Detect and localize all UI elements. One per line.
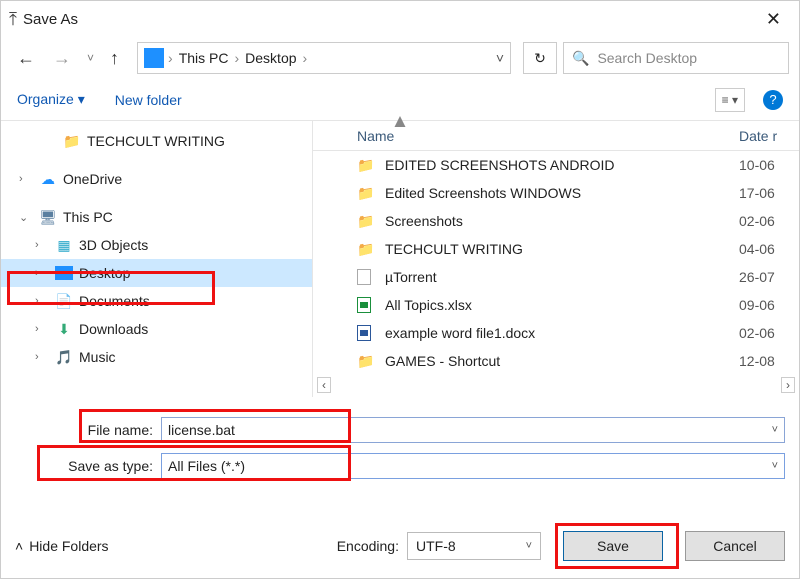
col-name[interactable]: Name	[357, 128, 739, 144]
folder-icon: 📁	[357, 213, 375, 229]
file-icon	[357, 269, 371, 285]
file-name: example word file1.docx	[385, 325, 739, 341]
view-options-button[interactable]: ≡ ▾	[715, 88, 745, 112]
highlight-annotation	[37, 445, 351, 481]
tree-label: Music	[79, 349, 116, 365]
file-date: 10-06	[739, 157, 799, 173]
nav-forward-icon[interactable]: →	[47, 44, 77, 73]
tree-label: This PC	[63, 209, 113, 225]
save-button[interactable]: Save	[563, 531, 663, 561]
file-row[interactable]: 📁 GAMES - Shortcut12-08	[313, 347, 799, 375]
arrow-up-icon: ⤒	[9, 9, 17, 30]
file-name: Screenshots	[385, 213, 739, 229]
folder-icon: 📁	[357, 185, 375, 201]
file-name: All Topics.xlsx	[385, 297, 739, 313]
hide-folders-label: Hide Folders	[29, 538, 108, 554]
highlight-annotation	[79, 409, 351, 443]
window-title: Save As	[23, 11, 756, 28]
chevron-up-icon: ˄	[15, 538, 23, 554]
tree-label: Downloads	[79, 321, 148, 337]
3d-objects-icon: ▦	[55, 237, 73, 253]
collapse-icon[interactable]: ⌄	[19, 211, 33, 224]
file-row[interactable]: example word file1.docx02-06	[313, 319, 799, 347]
new-folder-button[interactable]: New folder	[115, 92, 182, 108]
file-date: 02-06	[739, 213, 799, 229]
history-chevron-icon[interactable]: ˅	[83, 51, 98, 65]
expand-icon[interactable]: ›	[35, 239, 49, 251]
tree-item-onedrive[interactable]: › ☁ OneDrive	[1, 165, 312, 193]
file-name: TECHCULT WRITING	[385, 241, 739, 257]
file-name: Edited Screenshots WINDOWS	[385, 185, 739, 201]
search-placeholder: Search Desktop	[597, 50, 697, 66]
tree-label: TECHCULT WRITING	[87, 133, 225, 149]
help-icon[interactable]: ?	[763, 90, 783, 110]
chevron-right-icon[interactable]: ›	[301, 50, 310, 66]
scroll-left-icon[interactable]: ‹	[317, 377, 331, 393]
pc-icon	[144, 48, 164, 68]
cancel-button[interactable]: Cancel	[685, 531, 785, 561]
chevron-right-icon[interactable]: ›	[166, 50, 175, 66]
onedrive-icon: ☁	[39, 171, 57, 187]
nav-back-icon[interactable]: ←	[11, 44, 41, 73]
music-icon: 🎵	[55, 349, 73, 365]
tree-label: 3D Objects	[79, 237, 148, 253]
chevron-down-icon[interactable]: ˅	[496, 50, 504, 66]
chevron-down-icon[interactable]: ˅	[526, 540, 532, 552]
chevron-down-icon[interactable]: ˅	[772, 460, 778, 472]
file-date: 12-08	[739, 353, 799, 369]
expand-icon[interactable]: ›	[35, 323, 49, 335]
tree-item-music[interactable]: › 🎵 Music	[1, 343, 312, 371]
file-date: 09-06	[739, 297, 799, 313]
nav-up-icon[interactable]: ↑	[104, 44, 125, 73]
breadcrumb[interactable]: › This PC › Desktop › ˅	[137, 42, 511, 74]
col-date[interactable]: Date r	[739, 128, 799, 144]
file-name: EDITED SCREENSHOTS ANDROID	[385, 157, 739, 173]
folder-icon: 📁	[357, 353, 375, 369]
file-name: µTorrent	[385, 269, 739, 285]
refresh-button[interactable]: ↻	[523, 42, 557, 74]
hide-folders-button[interactable]: ˄ Hide Folders	[15, 538, 109, 554]
close-icon[interactable]: ✕	[756, 5, 791, 34]
encoding-value: UTF-8	[416, 538, 456, 554]
search-icon: 🔍	[572, 50, 589, 67]
organize-menu[interactable]: Organize ▾	[17, 91, 85, 108]
file-date: 02-06	[739, 325, 799, 341]
bc-this-pc[interactable]: This PC	[175, 50, 233, 66]
folder-icon: 📁	[357, 241, 375, 257]
tree-item-3d-objects[interactable]: › ▦ 3D Objects	[1, 231, 312, 259]
tree-item-this-pc[interactable]: ⌄ 🖥 This PC	[1, 203, 312, 231]
downloads-icon: ⬇	[55, 321, 73, 337]
tree-item-techcult[interactable]: 📁 TECHCULT WRITING	[1, 127, 312, 155]
folder-icon: 📁	[63, 133, 81, 149]
file-name: GAMES - Shortcut	[385, 353, 739, 369]
pc-icon: 🖥	[39, 209, 57, 225]
docx-icon	[357, 325, 371, 341]
file-row[interactable]: 📁 Edited Screenshots WINDOWS17-06	[313, 179, 799, 207]
file-list: Name Date r 📁EDITED SCREENSHOTS ANDROID1…	[313, 121, 799, 397]
tree-item-downloads[interactable]: › ⬇ Downloads	[1, 315, 312, 343]
file-date: 17-06	[739, 185, 799, 201]
scroll-right-icon[interactable]: ›	[781, 377, 795, 393]
bc-desktop[interactable]: Desktop	[241, 50, 300, 66]
expand-icon[interactable]: ›	[35, 351, 49, 363]
tree-label: OneDrive	[63, 171, 122, 187]
folder-tree: 📁 TECHCULT WRITING › ☁ OneDrive ⌄ 🖥 This P…	[1, 121, 313, 397]
search-input[interactable]: 🔍 Search Desktop	[563, 42, 789, 74]
file-row[interactable]: 📁 EDITED SCREENSHOTS ANDROID10-06	[313, 151, 799, 179]
file-row[interactable]: µTorrent26-07	[313, 263, 799, 291]
chevron-right-icon[interactable]: ›	[232, 50, 241, 66]
encoding-select[interactable]: UTF-8 ˅	[407, 532, 541, 560]
highlight-annotation	[7, 271, 215, 305]
folder-icon: 📁	[357, 157, 375, 173]
file-date: 26-07	[739, 269, 799, 285]
file-row[interactable]: 📁 TECHCULT WRITING04-06	[313, 235, 799, 263]
file-row[interactable]: 📁 Screenshots02-06	[313, 207, 799, 235]
expand-icon[interactable]: ›	[19, 173, 33, 185]
file-date: 04-06	[739, 241, 799, 257]
encoding-label: Encoding:	[337, 538, 399, 554]
xlsx-icon	[357, 297, 371, 313]
file-row[interactable]: All Topics.xlsx09-06	[313, 291, 799, 319]
chevron-down-icon[interactable]: ˅	[772, 424, 778, 436]
